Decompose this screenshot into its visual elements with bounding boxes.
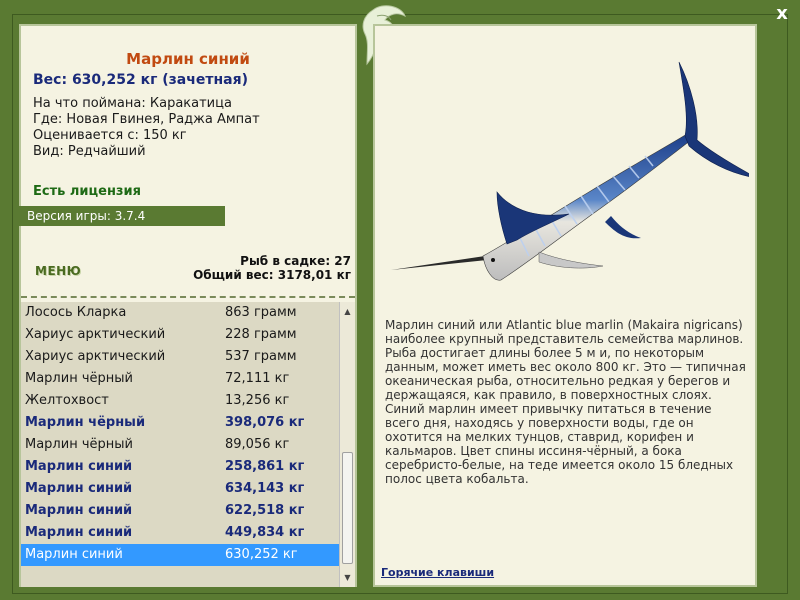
blue-marlin-image (391, 61, 749, 281)
catch-row[interactable]: Марлин синий 634,143 кг (21, 478, 339, 500)
total-weight-text: Общий вес: 3178,01 кг (193, 268, 351, 282)
catch-row-weight: 449,834 кг (225, 525, 305, 540)
catch-row[interactable]: Желтохвост 13,256 кг (21, 390, 339, 412)
divider (21, 296, 355, 298)
catch-row-name: Лосось Кларка (25, 305, 127, 320)
fish-weight: Вес: 630,252 кг (зачетная) (33, 72, 248, 88)
fish-details-panel: Марлин синий Вес: 630,252 кг (зачетная) … (19, 24, 357, 587)
catch-row-weight: 13,256 кг (225, 393, 290, 408)
catch-row-name: Марлин чёрный (25, 437, 133, 452)
fish-description-panel: Марлин синий или Atlantic blue marlin (M… (373, 24, 757, 587)
catch-list-scrollbar[interactable]: ▲ ▼ (339, 302, 355, 587)
catch-row-name: Желтохвост (25, 393, 109, 408)
catch-row[interactable]: Марлин синий 622,518 кг (21, 500, 339, 522)
catch-row[interactable]: Марлин чёрный 89,056 кг (21, 434, 339, 456)
license-status: Есть лицензия (33, 184, 141, 199)
catch-row[interactable]: Хариус арктический 228 грамм (21, 324, 339, 346)
catch-row-weight: 258,861 кг (225, 459, 305, 474)
catch-row-name: Марлин синий (25, 503, 133, 518)
catch-row[interactable]: Марлин синий 630,252 кг (21, 544, 339, 566)
catch-row-name: Марлин чёрный (25, 371, 133, 386)
version-bar: Версия игры: 3.7.4 (19, 206, 225, 226)
catch-row-weight: 89,056 кг (225, 437, 290, 452)
catch-row-weight: 630,252 кг (225, 547, 298, 562)
fish-info: На что поймана: Каракатица Где: Новая Гв… (33, 96, 260, 160)
rarity-text: Вид: Редчайший (33, 144, 146, 159)
catch-row[interactable]: Марлин чёрный 72,111 кг (21, 368, 339, 390)
catch-row-weight: 398,076 кг (225, 415, 305, 430)
fish-count-text: Рыб в садке: 27 (240, 254, 351, 268)
catch-row-name: Марлин синий (25, 525, 133, 540)
catch-row-weight: 622,518 кг (225, 503, 305, 518)
catch-row[interactable]: Хариус арктический 537 грамм (21, 346, 339, 368)
fish-description: Марлин синий или Atlantic blue marlin (M… (385, 318, 746, 486)
catch-row-weight: 228 грамм (225, 327, 297, 342)
fish-title: Марлин синий (126, 50, 250, 68)
catch-row-name: Хариус арктический (25, 349, 166, 364)
catch-row[interactable]: Лосось Кларка 863 грамм (21, 302, 339, 324)
catch-row-weight: 537 грамм (225, 349, 297, 364)
catch-row-name: Марлин синий (25, 547, 123, 562)
catch-row[interactable]: Марлин синий 449,834 кг (21, 522, 339, 544)
valued-from-text: Оценивается с: 150 кг (33, 128, 187, 143)
scroll-up-icon[interactable]: ▲ (340, 304, 355, 319)
catch-row[interactable]: Марлин чёрный 398,076 кг (21, 412, 339, 434)
catch-row[interactable]: Марлин синий 258,861 кг (21, 456, 339, 478)
hotkeys-link[interactable]: Горячие клавиши (381, 566, 494, 579)
caught-with-text: На что поймана: Каракатица (33, 96, 232, 111)
catch-row-name: Марлин синий (25, 459, 133, 474)
scroll-thumb[interactable] (342, 452, 353, 564)
scroll-down-icon[interactable]: ▼ (340, 570, 355, 585)
catch-row-name: Хариус арктический (25, 327, 166, 342)
close-button[interactable]: x (772, 4, 792, 24)
catch-row-weight: 634,143 кг (225, 481, 305, 496)
catch-row-name: Марлин чёрный (25, 415, 146, 430)
menu-button[interactable]: МЕНЮ (35, 264, 81, 278)
catch-list[interactable]: Лосось Кларка 863 грамм Хариус арктический… (21, 302, 339, 587)
catch-row-name: Марлин синий (25, 481, 133, 496)
location-text: Где: Новая Гвинея, Раджа Ампат (33, 112, 260, 127)
catch-stats: Рыб в садке: 27 Общий вес: 3178,01 кг (193, 254, 351, 282)
catch-row-weight: 863 грамм (225, 305, 297, 320)
catch-row-weight: 72,111 кг (225, 371, 290, 386)
